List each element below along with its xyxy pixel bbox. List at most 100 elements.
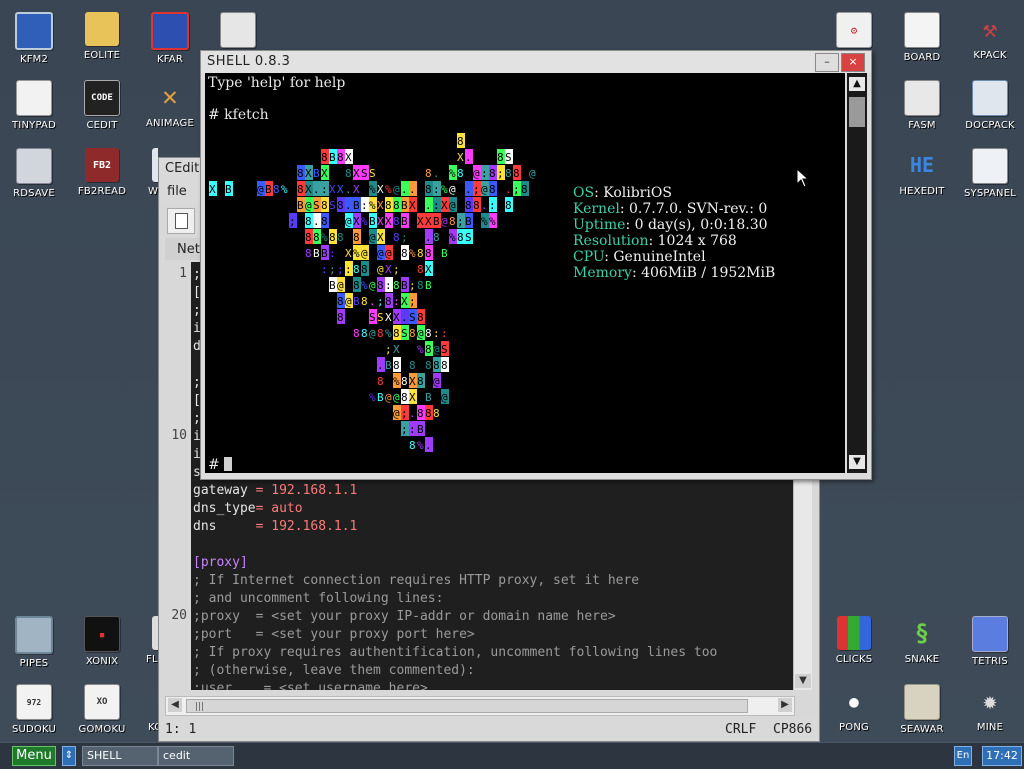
desktop-icon-cedit[interactable]: CODE CEDIT [68,72,136,136]
logo-char: 8 [433,359,440,372]
minimize-button[interactable]: – [815,53,839,72]
icon-label: KPACK [973,50,1007,61]
logo-char: S [369,311,376,324]
desktop-icon-fb2read[interactable]: FB2 FB2READ [68,140,136,204]
logo-char: 8 [393,231,400,244]
keyboard-layout-indicator[interactable]: En [954,746,972,766]
desktop-icon-snake[interactable]: § SNAKE [888,608,956,672]
desktop-icon-fl[interactable]: FL [136,608,160,672]
desktop-icon-kfm2[interactable]: KFM2 [0,4,68,68]
logo-char: % [369,183,376,196]
logo-char: 8 [489,183,496,196]
logo-char: . [401,311,408,324]
icon-label: SUDOKU [11,724,57,735]
shell-titlebar[interactable]: SHELL 0.8.3 – × [201,51,871,73]
tab-label: Net [177,242,200,257]
desktop-icon-animage[interactable]: ✕ ANIMAGE [136,72,204,136]
window-switch-button[interactable]: ⇕ [62,746,76,766]
logo-char: . [369,295,376,308]
logo-char: @ [393,407,400,420]
logo-char: 8 [321,215,328,228]
codepage[interactable]: CP866 [773,722,812,737]
close-button[interactable]: × [841,53,865,72]
sliders-icon [972,148,1008,184]
logo-char: 8 [417,263,424,276]
logo-char: X [353,215,360,228]
info-key: OS [573,185,595,201]
logo-char: @ [305,199,312,212]
desktop-icon-fasm[interactable]: FASM [888,72,956,136]
desktop-icon-rdsave[interactable]: RDSAVE [0,140,68,204]
desktop-icon-tetris[interactable]: TETRIS [956,608,1024,672]
logo-char: : [489,199,496,212]
terminal-output[interactable]: Type 'help' for help # kfetch 88B8XX.8S8… [205,73,845,473]
logo-char: 8 [297,167,304,180]
start-menu-button[interactable]: Menu [12,746,56,766]
clock[interactable]: 17:42 [982,746,1022,766]
logo-char: @ [345,295,352,308]
icon-label: TINYPAD [12,120,56,131]
hammer-icon: ⚒ [982,15,998,43]
shell-window[interactable]: SHELL 0.8.3 – × Type 'help' for help # k… [200,50,872,480]
logo-char: 8 [393,215,400,228]
desktop-icon-kpack[interactable]: ⚒ KPACK [956,4,1024,68]
logo-char: % [361,215,368,228]
desktop-icon-tinypad[interactable]: TINYPAD [0,72,68,136]
logo-char: : [481,167,488,180]
logo-char: 8 [361,295,368,308]
new-file-button[interactable] [167,208,195,234]
desktop-icon-seawar[interactable]: SEAWAR [888,676,956,740]
logo-char: B [401,215,408,228]
scroll-thumb[interactable] [849,97,865,127]
logo-char: 8 [513,167,520,180]
logo-char: @ [385,247,392,260]
icon-label: CEDIT [86,120,118,131]
desktop-icon-mine[interactable]: ✹ MINE [956,676,1024,740]
logo-char: 8 [393,327,400,340]
scroll-left-arrow-icon[interactable]: ◀ [168,698,182,712]
desktop-icon-pipes[interactable]: PIPES [0,608,68,672]
taskbar-item-cedit[interactable]: cedit [158,746,234,766]
terminal-scrollbar[interactable]: ▲ ▼ [847,73,867,473]
logo-char: S [409,311,416,324]
logo-char: B [353,295,360,308]
desktop-icon-gomoku[interactable]: XO GOMOKU [68,676,136,740]
desktop-icon-hexedit[interactable]: HE HEXEDIT [888,140,956,204]
scroll-right-arrow-icon[interactable]: ▶ [778,698,792,712]
logo-char: 8 [409,327,416,340]
menu-file[interactable]: file [167,184,187,199]
logo-char: 8 [401,391,408,404]
logo-char: : [393,295,400,308]
scroll-thumb[interactable]: ||| [186,699,748,713]
icon-label: SEAWAR [900,724,944,735]
icon-label: CLICKS [835,654,873,665]
editor-horizontal-scrollbar[interactable]: ◀ ||| ▶ [165,696,795,716]
desktop-icon-syspanel[interactable]: SYSPANEL [956,140,1024,204]
scroll-down-arrow-icon[interactable]: ▼ [795,674,811,688]
desktop-icon-xonix[interactable]: ▪ XONIX [68,608,136,672]
logo-char: . [481,199,488,212]
logo-char: . [409,407,416,420]
taskbar-item-shell[interactable]: SHELL [82,746,158,766]
desktop-icon-board[interactable]: BOARD [888,4,956,68]
logo-char: 8 [449,215,456,228]
icon-label: XONIX [85,656,119,667]
logo-char: X [353,167,360,180]
icon-label: SNAKE [904,654,940,665]
line-ending[interactable]: CRLF [725,722,756,737]
logo-char: X [409,199,416,212]
desktop-icon-docpack[interactable]: DOCPACK [956,72,1024,136]
logo-char: @ [529,167,536,180]
desktop-icon-eolite[interactable]: EOLITE [68,4,136,68]
desktop-icon-sudoku[interactable]: 972 SUDOKU [0,676,68,740]
desktop-icon-we[interactable]: WE [136,140,158,204]
desktop-icon-clicks[interactable]: CLICKS [820,608,888,672]
scroll-down-arrow-icon[interactable]: ▼ [849,455,865,469]
logo-char: ; [409,295,416,308]
desktop-icon-ko[interactable]: KO [136,676,160,740]
logo-char: % [385,327,392,340]
desktop-icon-kfar[interactable]: KFAR [136,4,204,68]
terminal-prompt[interactable]: # [208,457,233,473]
desktop-icon-pong[interactable]: ● PONG [820,676,888,740]
scroll-up-arrow-icon[interactable]: ▲ [849,77,865,91]
